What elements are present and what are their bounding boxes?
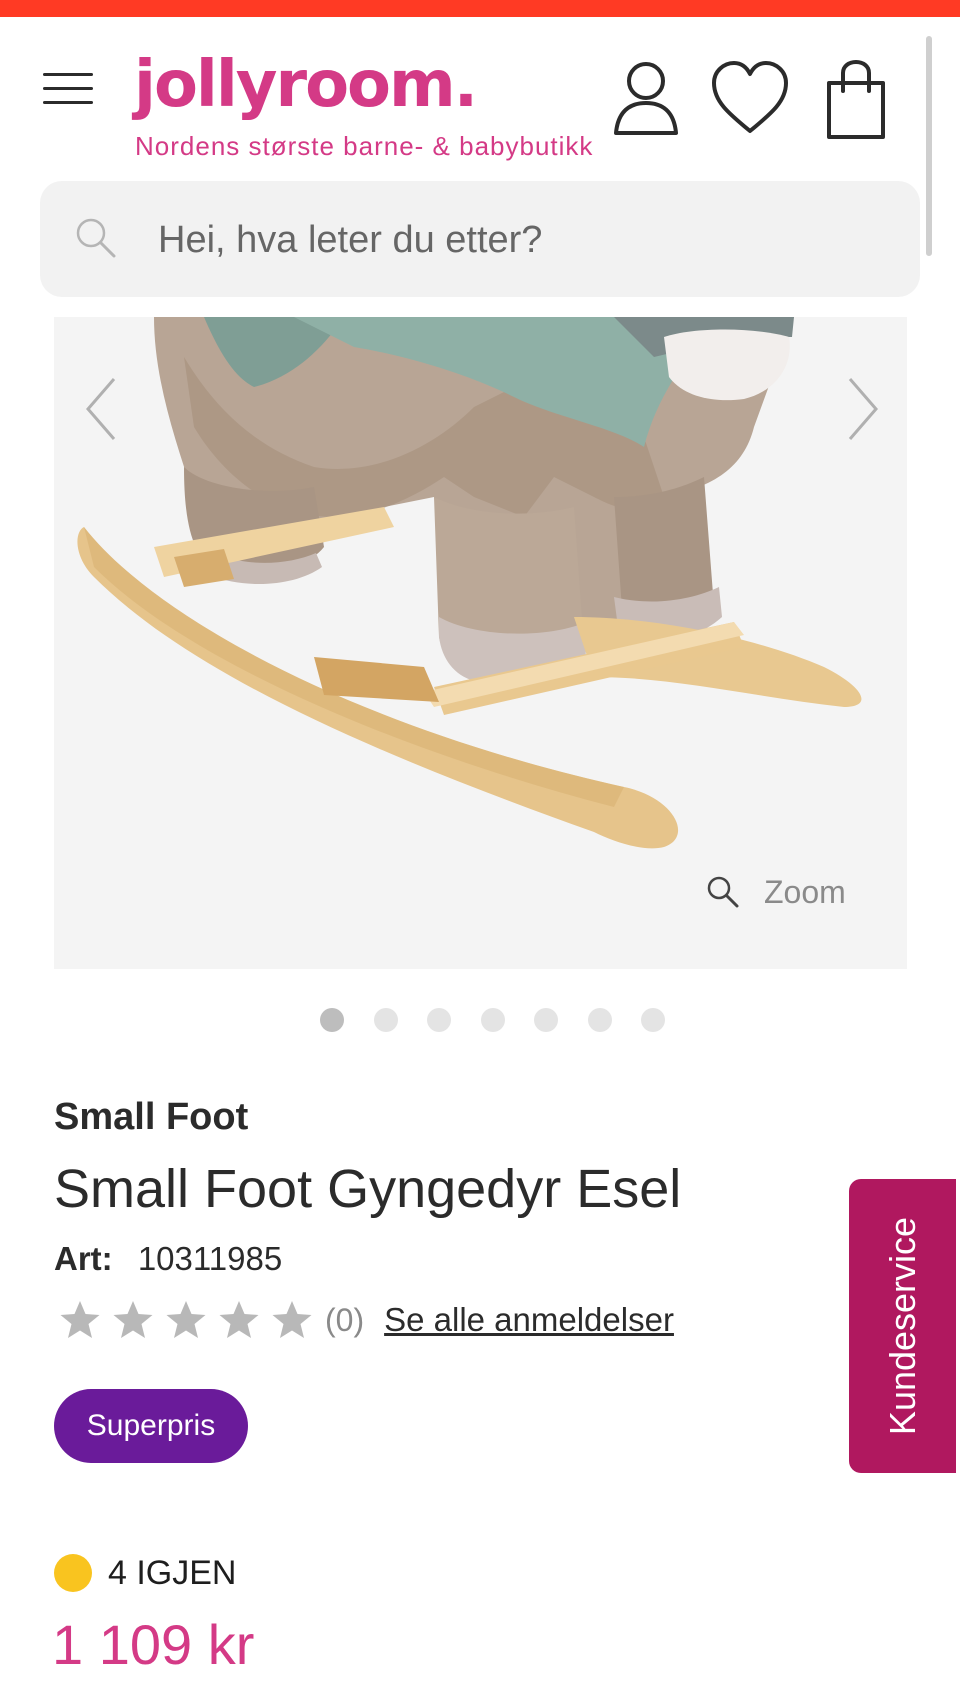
stock-indicator-icon xyxy=(54,1554,92,1592)
gallery-pagination xyxy=(320,1008,695,1034)
gallery-dot[interactable] xyxy=(373,1008,398,1032)
star-icon xyxy=(272,1301,312,1338)
gallery-dot[interactable] xyxy=(641,1008,665,1032)
product-image-gallery[interactable]: Zoom xyxy=(54,317,907,969)
see-all-reviews-link[interactable]: Se alle anmeldelser xyxy=(384,1301,674,1339)
top-accent-strip xyxy=(0,0,960,17)
next-image-arrow-icon[interactable] xyxy=(834,369,890,449)
star-icon xyxy=(60,1301,100,1338)
site-tagline: Nordens største barne- & babybutikk xyxy=(135,131,594,161)
heart-icon[interactable] xyxy=(710,59,790,137)
zoom-button[interactable]: Zoom xyxy=(706,867,846,917)
search-icon xyxy=(76,218,116,258)
menu-icon-bar xyxy=(43,87,93,90)
rating-row: (0) Se alle anmeldelser xyxy=(58,1296,674,1344)
bag-icon[interactable] xyxy=(825,59,887,141)
kundeservice-button[interactable]: Kundeservice xyxy=(849,1179,956,1473)
menu-icon-bar xyxy=(43,101,93,104)
kundeservice-label: Kundeservice xyxy=(881,1216,923,1436)
gallery-dot[interactable] xyxy=(587,1008,612,1032)
gallery-dot[interactable] xyxy=(534,1008,558,1032)
menu-icon-bar xyxy=(43,73,93,76)
star-icon xyxy=(113,1301,153,1338)
zoom-label: Zoom xyxy=(764,873,846,910)
menu-button[interactable] xyxy=(40,69,96,109)
magnifier-icon xyxy=(707,876,739,908)
stock-text: 4 IGJEN xyxy=(108,1553,237,1592)
gallery-dot[interactable] xyxy=(427,1008,451,1032)
superpris-badge: Superpris xyxy=(54,1389,248,1463)
previous-image-arrow-icon[interactable] xyxy=(74,369,130,449)
gallery-dot[interactable] xyxy=(480,1008,505,1032)
star-icon xyxy=(219,1301,259,1338)
product-price: 1 109 kr xyxy=(52,1613,255,1676)
article-number: Art: 10311985 xyxy=(54,1240,282,1278)
site-header: jollyroom. Nordens største barne- & baby… xyxy=(0,17,960,167)
article-number-value: 10311985 xyxy=(137,1240,283,1277)
user-icon[interactable] xyxy=(612,59,680,137)
article-number-label: Art: xyxy=(54,1240,113,1277)
gallery-dot[interactable] xyxy=(320,1008,344,1032)
stock-status: 4 IGJEN xyxy=(54,1553,236,1593)
product-brand[interactable]: Small Foot xyxy=(54,1096,248,1139)
search-input[interactable] xyxy=(156,212,896,268)
review-count: (0) xyxy=(325,1301,365,1338)
star-icon xyxy=(166,1301,206,1338)
product-title: Small Foot Gyngedyr Esel xyxy=(54,1159,682,1219)
site-logo[interactable]: jollyroom. xyxy=(134,45,478,125)
